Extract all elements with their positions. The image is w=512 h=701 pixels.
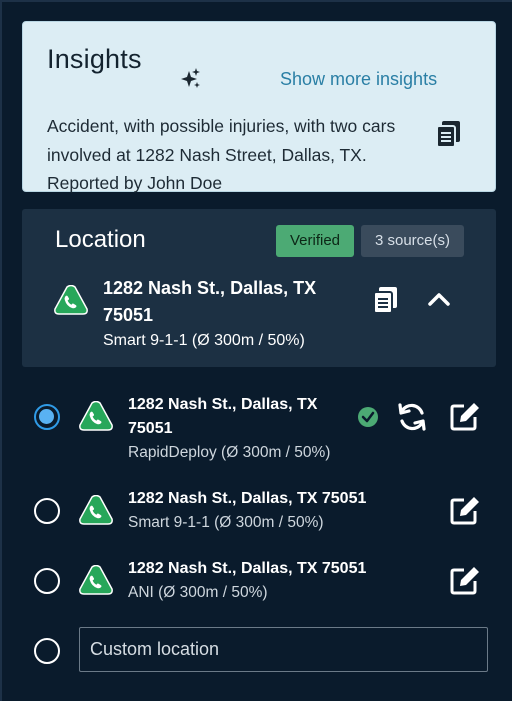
location-source-detail: Smart 9-1-1 (Ø 300m / 50%) [103,332,305,349]
radio-ani[interactable] [34,568,60,594]
edit-icon[interactable] [450,401,481,431]
copy-icon[interactable] [371,285,401,315]
check-circle-icon [358,407,378,427]
sparkle-icon [181,68,200,88]
custom-location-input[interactable] [79,627,488,672]
radio-smart911[interactable] [34,498,60,524]
edit-icon[interactable] [450,495,481,525]
chevron-up-icon[interactable] [427,289,451,309]
option-address: 1282 Nash St., Dallas, TX 75051 [128,560,367,577]
insights-card: Insights Show more insights Accident, wi… [22,21,496,193]
phone-location-icon [79,495,113,525]
option-address: 1282 Nash St., Dallas, TX 75051 [128,396,318,437]
location-card: Location Verified 3 source(s) 1282 Nash … [22,209,496,367]
option-source-detail: Smart 9-1-1 (Ø 300m / 50%) [128,514,324,531]
phone-location-icon [79,401,113,431]
insights-location-panel: Insights Show more insights Accident, wi… [0,0,512,701]
location-title: Location [55,226,146,253]
phone-location-icon [54,285,88,315]
radio-custom[interactable] [34,638,60,664]
verified-badge: Verified [276,225,354,257]
option-source-detail: RapidDeploy (Ø 300m / 50%) [128,444,331,461]
refresh-icon[interactable] [396,401,428,433]
phone-location-icon [79,565,113,595]
location-address: 1282 Nash St., Dallas, TX 75051 [103,278,317,325]
sources-badge[interactable]: 3 source(s) [361,225,464,257]
show-more-insights-link[interactable]: Show more insights [280,69,437,90]
radio-rapiddeploy[interactable] [34,404,60,430]
option-address: 1282 Nash St., Dallas, TX 75051 [128,490,367,507]
insights-text: Accident, with possible injuries, with t… [47,116,396,193]
insights-title: Insights [47,44,142,74]
edit-icon[interactable] [450,565,481,595]
option-source-detail: ANI (Ø 300m / 50%) [128,584,268,601]
copy-icon[interactable] [434,119,464,149]
